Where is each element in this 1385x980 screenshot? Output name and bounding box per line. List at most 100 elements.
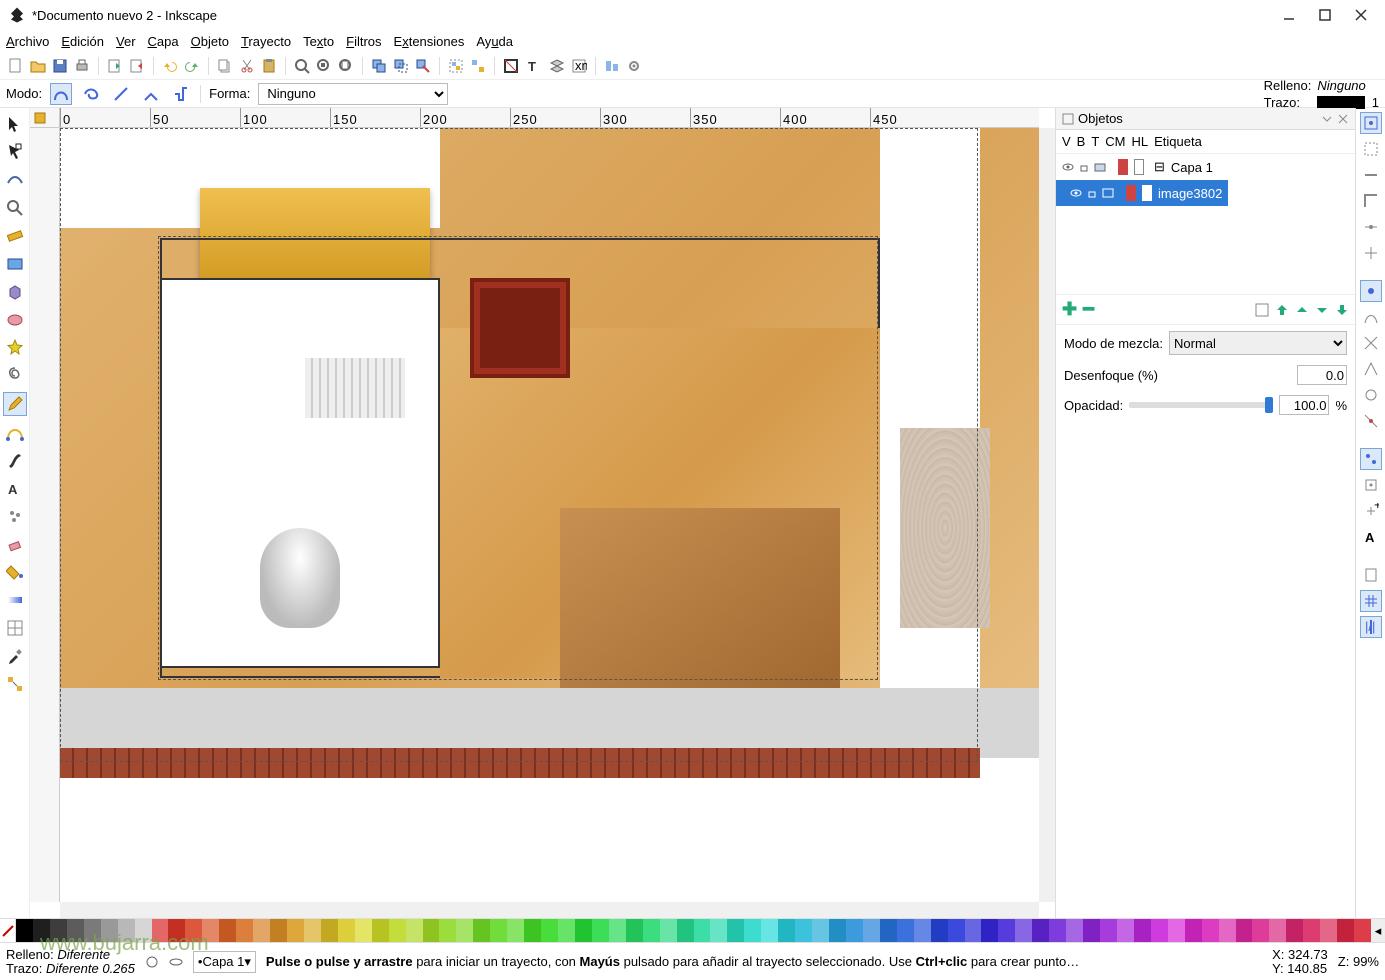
color-swatch[interactable]	[490, 919, 507, 942]
color-swatch[interactable]	[931, 919, 948, 942]
copy-icon[interactable]	[215, 56, 235, 76]
color-swatch[interactable]	[1354, 919, 1371, 942]
color-swatch[interactable]	[660, 919, 677, 942]
bucket-tool[interactable]	[3, 560, 27, 584]
color-swatch[interactable]	[981, 919, 998, 942]
move-up-icon[interactable]	[1295, 303, 1309, 317]
menu-capa[interactable]: Capa	[148, 34, 179, 49]
zoom-value[interactable]: 99%	[1353, 954, 1379, 969]
snap-bbox-icon[interactable]	[1360, 138, 1382, 160]
paste-icon[interactable]	[259, 56, 279, 76]
menu-texto[interactable]: Texto	[303, 34, 334, 49]
color-swatch[interactable]	[1320, 919, 1337, 942]
ruler-corner[interactable]	[30, 108, 60, 128]
status-stroke[interactable]: Diferente 0.265	[46, 961, 135, 976]
layer-selector[interactable]: • Capa 1 ▾	[193, 951, 256, 973]
opacity-input[interactable]	[1279, 395, 1329, 415]
vertical-scrollbar[interactable]	[1039, 128, 1055, 902]
fill-stroke-icon[interactable]	[501, 56, 521, 76]
panel-min-icon[interactable]	[1321, 113, 1333, 125]
color-swatch[interactable]	[846, 919, 863, 942]
color-swatch[interactable]	[219, 919, 236, 942]
color-swatch[interactable]	[575, 919, 592, 942]
gradient-tool[interactable]	[3, 588, 27, 612]
color-swatch[interactable]	[321, 919, 338, 942]
selector-tool[interactable]	[3, 112, 27, 136]
color-swatch[interactable]	[135, 919, 152, 942]
mode-zigzag-icon[interactable]	[170, 83, 192, 105]
snap-text-icon[interactable]: A	[1360, 526, 1382, 548]
color-swatch[interactable]	[1049, 919, 1066, 942]
mode-spiro-icon[interactable]	[80, 83, 102, 105]
color-swatch[interactable]	[710, 919, 727, 942]
lock-icon[interactable]	[1086, 187, 1098, 199]
color-swatch[interactable]	[524, 919, 541, 942]
measure-tool[interactable]	[3, 224, 27, 248]
unlink-clone-icon[interactable]	[413, 56, 433, 76]
zoom-page-icon[interactable]	[336, 56, 356, 76]
rect-tool[interactable]	[3, 252, 27, 276]
color-swatch[interactable]	[965, 919, 982, 942]
group-icon[interactable]	[446, 56, 466, 76]
ellipse-tool[interactable]	[3, 308, 27, 332]
undo-icon[interactable]	[160, 56, 180, 76]
text-icon[interactable]: T	[523, 56, 543, 76]
color-swatch[interactable]	[677, 919, 694, 942]
color-swatch[interactable]	[1252, 919, 1269, 942]
snap-path-icon[interactable]	[1360, 306, 1382, 328]
color-swatch[interactable]	[1219, 919, 1236, 942]
palette-menu-icon[interactable]: ◂	[1371, 919, 1385, 942]
opacity-slider[interactable]	[1129, 402, 1273, 408]
color-swatch[interactable]	[863, 919, 880, 942]
ungroup-icon[interactable]	[468, 56, 488, 76]
color-swatch[interactable]	[727, 919, 744, 942]
color-swatch[interactable]	[1202, 919, 1219, 942]
mode-paraxial-icon[interactable]	[140, 83, 162, 105]
color-swatch[interactable]	[270, 919, 287, 942]
spray-tool[interactable]	[3, 504, 27, 528]
color-swatch[interactable]	[643, 919, 660, 942]
color-swatch[interactable]	[1236, 919, 1253, 942]
color-swatch[interactable]	[253, 919, 270, 942]
snap-smooth-icon[interactable]	[1360, 384, 1382, 406]
move-down-icon[interactable]	[1315, 303, 1329, 317]
minimize-button[interactable]	[1283, 9, 1295, 21]
ruler-vertical[interactable]	[30, 128, 60, 902]
mode-bezier-icon[interactable]	[50, 83, 72, 105]
close-button[interactable]	[1355, 9, 1367, 21]
menu-extensiones[interactable]: Extensiones	[394, 34, 465, 49]
calligraphy-tool[interactable]	[3, 448, 27, 472]
status-lock-icon[interactable]	[145, 955, 159, 969]
color-swatch[interactable]	[67, 919, 84, 942]
color-palette[interactable]: ◂	[0, 918, 1385, 942]
color-swatch[interactable]	[694, 919, 711, 942]
mesh-tool[interactable]	[3, 616, 27, 640]
color-swatch[interactable]	[609, 919, 626, 942]
color-swatch[interactable]	[1303, 919, 1320, 942]
connector-tool[interactable]	[3, 672, 27, 696]
maximize-button[interactable]	[1319, 9, 1331, 21]
star-tool[interactable]	[3, 336, 27, 360]
color-swatch[interactable]	[1337, 919, 1354, 942]
color-swatch[interactable]	[372, 919, 389, 942]
color-swatch[interactable]	[16, 919, 33, 942]
prefs-icon[interactable]	[624, 56, 644, 76]
cut-icon[interactable]	[237, 56, 257, 76]
color-swatch[interactable]	[236, 919, 253, 942]
color-swatch[interactable]	[1168, 919, 1185, 942]
mode-line-icon[interactable]	[110, 83, 132, 105]
color-swatch[interactable]	[50, 919, 67, 942]
color-swatch[interactable]	[829, 919, 846, 942]
object-row-image3802[interactable]: image3802	[1056, 180, 1228, 206]
snap-guide-icon[interactable]: |/|	[1360, 616, 1382, 638]
color-swatch[interactable]	[406, 919, 423, 942]
color-swatch[interactable]	[880, 919, 897, 942]
color-swatch[interactable]	[1100, 919, 1117, 942]
color-swatch[interactable]	[1134, 919, 1151, 942]
collapse-all-icon[interactable]	[1255, 303, 1269, 317]
color-swatch[interactable]	[761, 919, 778, 942]
new-doc-icon[interactable]	[6, 56, 26, 76]
color-swatch[interactable]	[1117, 919, 1134, 942]
blend-select[interactable]: Normal	[1169, 331, 1347, 355]
color-swatch[interactable]	[33, 919, 50, 942]
